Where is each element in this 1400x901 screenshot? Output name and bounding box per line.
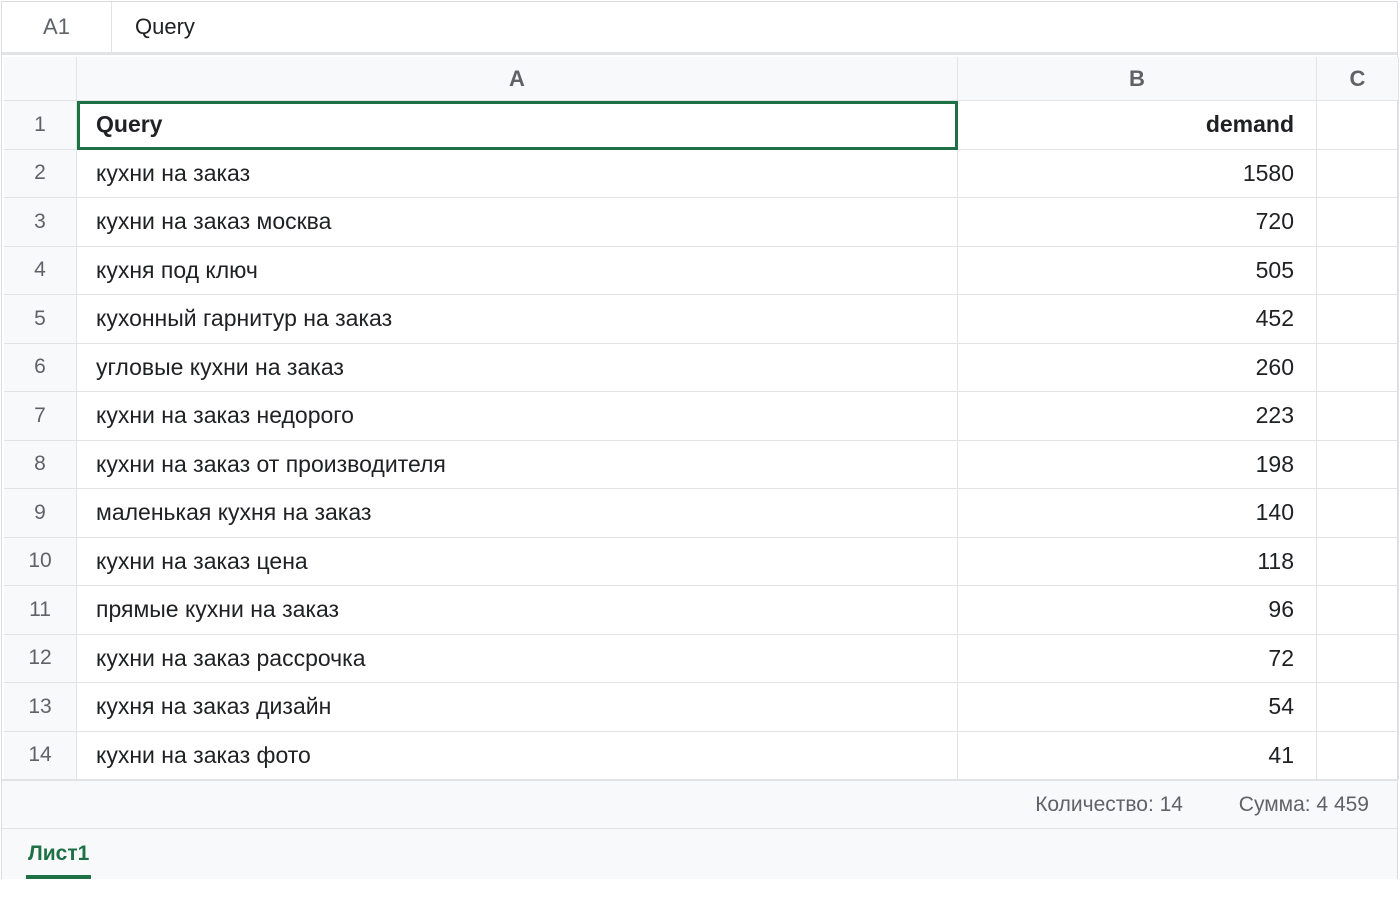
table-row: 2 кухни на заказ 1580 xyxy=(4,149,1399,198)
table-row: 4 кухня под ключ 505 xyxy=(4,246,1399,295)
cell-demand[interactable]: 223 xyxy=(958,392,1317,441)
cell-empty[interactable] xyxy=(1317,295,1399,344)
cell-reference-box[interactable]: A1 xyxy=(2,2,112,52)
table-row: 7 кухни на заказ недорого 223 xyxy=(4,392,1399,441)
cell-empty[interactable] xyxy=(1317,392,1399,441)
table-row: 9 маленькая кухня на заказ 140 xyxy=(4,489,1399,538)
cell-empty[interactable] xyxy=(1317,586,1399,635)
column-header-c[interactable]: C xyxy=(1317,57,1399,101)
cell-demand[interactable]: 140 xyxy=(958,489,1317,538)
column-header-b[interactable]: B xyxy=(958,57,1317,101)
cell-a1-selected[interactable]: Query xyxy=(77,101,958,150)
row-header[interactable]: 3 xyxy=(4,198,77,247)
cell-demand[interactable]: 720 xyxy=(958,198,1317,247)
cell-demand[interactable]: 96 xyxy=(958,586,1317,635)
row-header[interactable]: 11 xyxy=(4,586,77,635)
row-header[interactable]: 2 xyxy=(4,149,77,198)
cell-empty[interactable] xyxy=(1317,440,1399,489)
cell-demand[interactable]: demand xyxy=(958,101,1317,150)
sheet-tab-list1[interactable]: Лист1 xyxy=(26,829,92,879)
table-row: 14 кухни на заказ фото 41 xyxy=(4,731,1399,780)
cell-empty[interactable] xyxy=(1317,198,1399,247)
formula-bar: A1 Query xyxy=(2,2,1397,55)
table-row: 6 угловые кухни на заказ 260 xyxy=(4,343,1399,392)
row-header[interactable]: 10 xyxy=(4,537,77,586)
cell-query[interactable]: кухня на заказ дизайн xyxy=(77,683,958,732)
cell-empty[interactable] xyxy=(1317,246,1399,295)
cell-empty[interactable] xyxy=(1317,489,1399,538)
cell-demand[interactable]: 54 xyxy=(958,683,1317,732)
cell-empty[interactable] xyxy=(1317,683,1399,732)
row-header[interactable]: 14 xyxy=(4,731,77,780)
cell-query[interactable]: прямые кухни на заказ xyxy=(77,586,958,635)
row-header[interactable]: 4 xyxy=(4,246,77,295)
cell-query[interactable]: кухня под ключ xyxy=(77,246,958,295)
row-header[interactable]: 5 xyxy=(4,295,77,344)
select-all-corner[interactable] xyxy=(4,57,77,101)
table-row: 11 прямые кухни на заказ 96 xyxy=(4,586,1399,635)
formula-input[interactable]: Query xyxy=(135,2,195,52)
cell-query[interactable]: кухни на заказ от производителя xyxy=(77,440,958,489)
cell-query[interactable]: кухни на заказ москва xyxy=(77,198,958,247)
row-header[interactable]: 7 xyxy=(4,392,77,441)
selection-sum: Сумма: 4 459 xyxy=(1238,792,1369,816)
cell-query[interactable]: кухонный гарнитур на заказ xyxy=(77,295,958,344)
sheet-tabs: Лист1 xyxy=(2,829,1397,879)
row-header[interactable]: 8 xyxy=(4,440,77,489)
column-header-a[interactable]: A xyxy=(77,57,958,101)
cell-demand[interactable]: 118 xyxy=(958,537,1317,586)
row-header[interactable]: 6 xyxy=(4,343,77,392)
cell-empty[interactable] xyxy=(1317,149,1399,198)
cell-query[interactable]: кухни на заказ фото xyxy=(77,731,958,780)
spreadsheet-window: A1 Query A B C 1 Query demand 2 кухни на зак… xyxy=(1,1,1399,879)
cell-query[interactable]: кухни на заказ рассрочка xyxy=(77,634,958,683)
row-header[interactable]: 1 xyxy=(4,101,77,150)
table-row: 5 кухонный гарнитур на заказ 452 xyxy=(4,295,1399,344)
cell-empty[interactable] xyxy=(1317,634,1399,683)
table-row: 1 Query demand xyxy=(4,101,1399,150)
status-bar: Количество: 14 Сумма: 4 459 xyxy=(2,779,1397,829)
selection-count: Количество: 14 xyxy=(1035,792,1183,816)
cell-demand[interactable]: 452 xyxy=(958,295,1317,344)
cell-query[interactable]: кухни на заказ цена xyxy=(77,537,958,586)
cell-query[interactable]: маленькая кухня на заказ xyxy=(77,489,958,538)
table-row: 10 кухни на заказ цена 118 xyxy=(4,537,1399,586)
row-header[interactable]: 13 xyxy=(4,683,77,732)
cell-empty[interactable] xyxy=(1317,731,1399,780)
cell-query[interactable]: кухни на заказ xyxy=(77,149,958,198)
row-header[interactable]: 12 xyxy=(4,634,77,683)
cell-demand[interactable]: 41 xyxy=(958,731,1317,780)
cell-empty[interactable] xyxy=(1317,343,1399,392)
cell-demand[interactable]: 260 xyxy=(958,343,1317,392)
row-header[interactable]: 9 xyxy=(4,489,77,538)
table-row: 13 кухня на заказ дизайн 54 xyxy=(4,683,1399,732)
cell-demand[interactable]: 505 xyxy=(958,246,1317,295)
cell-query[interactable]: кухни на заказ недорого xyxy=(77,392,958,441)
cell-demand[interactable]: 1580 xyxy=(958,149,1317,198)
cell-demand[interactable]: 72 xyxy=(958,634,1317,683)
cell-empty[interactable] xyxy=(1317,101,1399,150)
table-row: 8 кухни на заказ от производителя 198 xyxy=(4,440,1399,489)
cell-empty[interactable] xyxy=(1317,537,1399,586)
cell-demand[interactable]: 198 xyxy=(958,440,1317,489)
table-row: 3 кухни на заказ москва 720 xyxy=(4,198,1399,247)
cell-query[interactable]: угловые кухни на заказ xyxy=(77,343,958,392)
table-row: 12 кухни на заказ рассрочка 72 xyxy=(4,634,1399,683)
